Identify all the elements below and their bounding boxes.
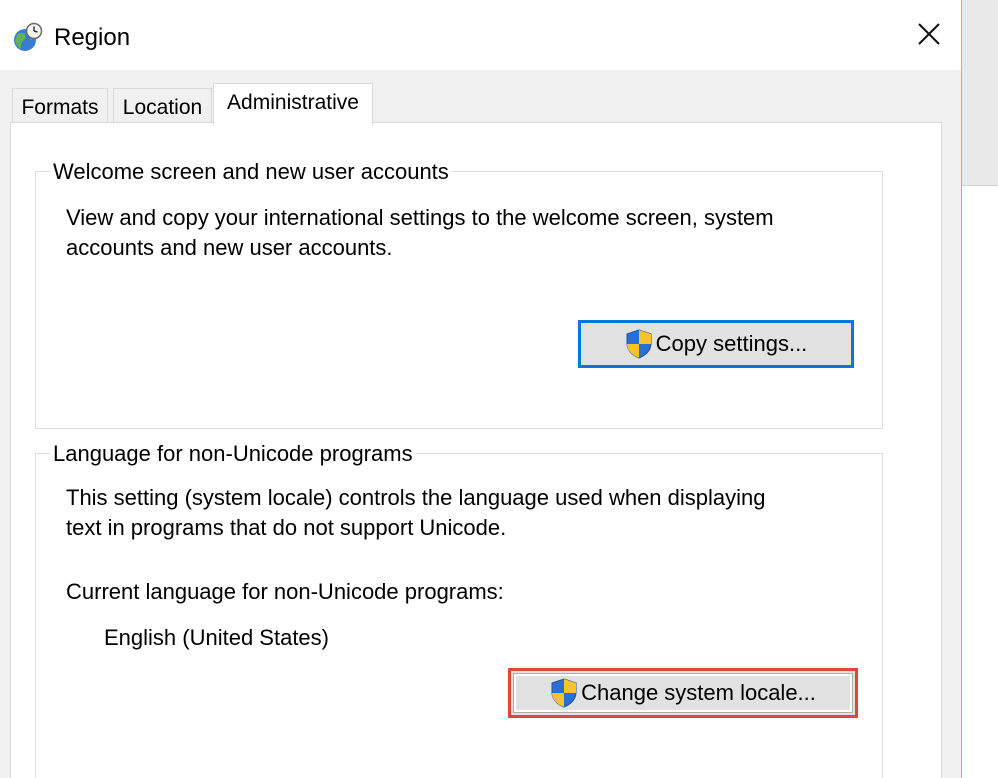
background-window-header: [962, 0, 998, 186]
welcome-description-line2: accounts and new user accounts.: [66, 235, 393, 260]
tab-label: Formats: [21, 95, 99, 119]
globe-clock-icon: [12, 22, 44, 54]
tab-location[interactable]: Location: [113, 88, 212, 126]
change-system-locale-label: Change system locale...: [581, 680, 816, 705]
welcome-description-line1: View and copy your international setting…: [66, 205, 774, 230]
tab-administrative[interactable]: Administrative: [213, 83, 373, 125]
locale-description-line2: text in programs that do not support Uni…: [66, 515, 507, 540]
current-language-label: Current language for non-Unicode program…: [66, 579, 504, 604]
uac-shield-icon: [625, 329, 653, 359]
current-language-value: English (United States): [104, 625, 329, 650]
title-bar[interactable]: Region: [0, 0, 961, 70]
locale-description-line1: This setting (system locale) controls th…: [66, 485, 766, 510]
uac-shield-icon: [550, 678, 578, 708]
copy-settings-label: Copy settings...: [655, 331, 808, 356]
copy-settings-button[interactable]: Copy settings...: [578, 320, 854, 368]
close-icon: [917, 22, 941, 51]
tab-formats[interactable]: Formats: [12, 88, 108, 126]
region-dialog: Region Formats Location Administrative W…: [0, 0, 962, 778]
tab-label: Administrative: [227, 91, 359, 114]
close-button[interactable]: [900, 10, 958, 62]
welcome-group-legend: Welcome screen and new user accounts: [50, 159, 452, 185]
change-system-locale-button[interactable]: Change system locale...: [508, 668, 858, 718]
tab-label: Location: [122, 95, 203, 119]
window-title: Region: [54, 24, 131, 51]
locale-group-legend: Language for non-Unicode programs: [50, 441, 416, 467]
